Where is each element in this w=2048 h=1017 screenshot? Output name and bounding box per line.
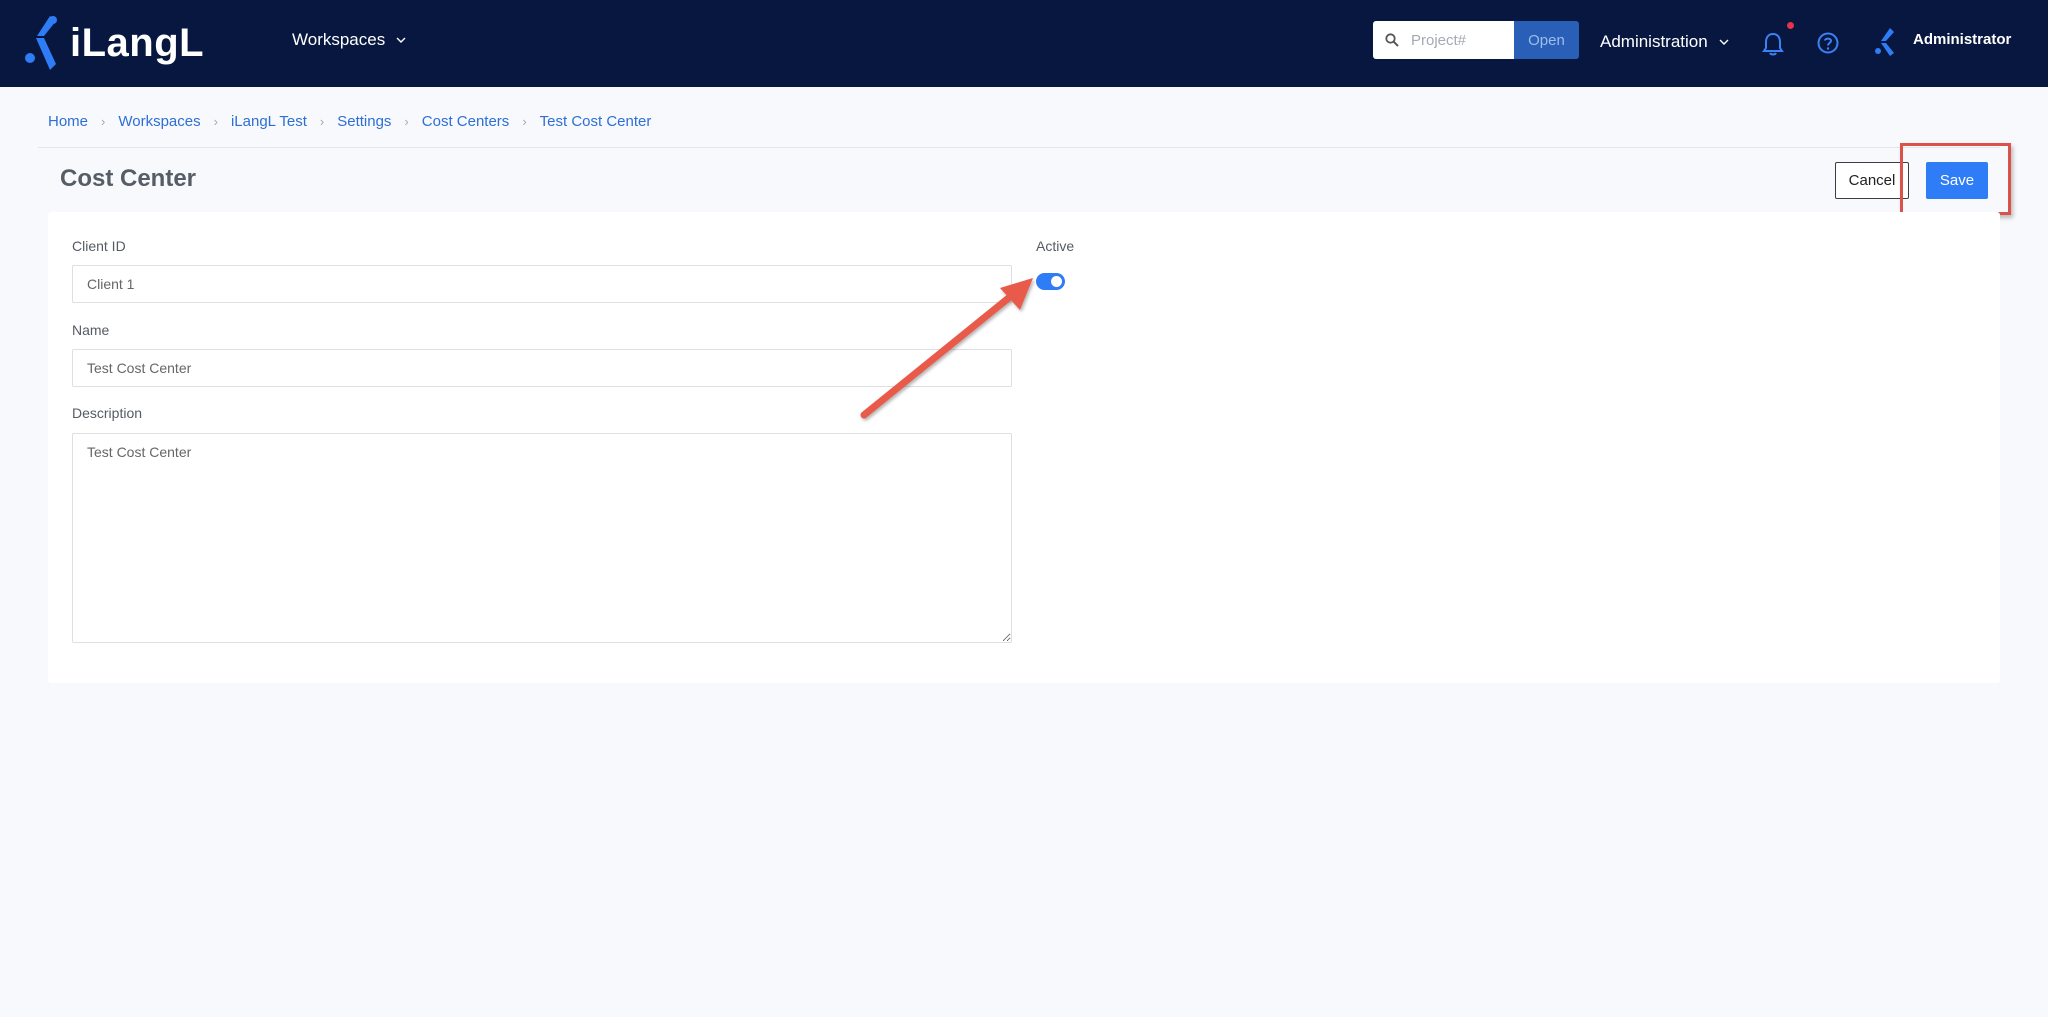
- breadcrumb-cost-centers[interactable]: Cost Centers: [422, 113, 510, 130]
- administration-menu[interactable]: Administration: [1600, 32, 1730, 52]
- active-label: Active: [1036, 238, 1075, 254]
- bell-icon[interactable]: [1762, 32, 1784, 56]
- client-id-label: Client ID: [72, 238, 126, 254]
- cancel-button[interactable]: Cancel: [1835, 162, 1909, 199]
- breadcrumb-workspaces[interactable]: Workspaces: [118, 113, 200, 130]
- breadcrumb-current[interactable]: Test Cost Center: [540, 113, 652, 130]
- toggle-knob: [1051, 276, 1062, 287]
- open-project-button[interactable]: Open: [1514, 21, 1579, 59]
- workspaces-label: Workspaces: [292, 30, 386, 49]
- help-circle-icon[interactable]: [1817, 32, 1839, 54]
- logo[interactable]: iLangL: [22, 12, 204, 74]
- search-icon: [1385, 33, 1399, 47]
- user-name[interactable]: Administrator: [1913, 31, 2011, 48]
- save-button[interactable]: Save: [1926, 162, 1988, 199]
- breadcrumb: Home › Workspaces › iLangL Test › Settin…: [48, 113, 651, 130]
- chevron-right-icon: ›: [404, 114, 409, 129]
- chevron-right-icon: ›: [319, 114, 325, 129]
- administration-label: Administration: [1600, 32, 1708, 51]
- logo-text: iLangL: [70, 20, 205, 65]
- active-toggle[interactable]: [1036, 273, 1065, 290]
- name-input[interactable]: [72, 349, 1012, 387]
- breadcrumb-divider: [38, 147, 2000, 148]
- chevron-right-icon: ›: [522, 114, 527, 129]
- top-navbar: iLangL Workspaces Open Administration: [0, 0, 2048, 87]
- notification-dot: [1787, 22, 1794, 29]
- user-avatar-icon[interactable]: [1874, 26, 1900, 58]
- ilangl-logo-icon: [25, 16, 57, 70]
- breadcrumb-settings[interactable]: Settings: [337, 113, 391, 130]
- search-box: [1373, 21, 1514, 59]
- chevron-down-icon: [1719, 39, 1729, 45]
- breadcrumb-workspace[interactable]: iLangL Test: [231, 113, 307, 130]
- project-search-input[interactable]: [1409, 30, 1501, 50]
- chevron-down-icon: [396, 37, 406, 43]
- project-search: Open: [1373, 21, 1579, 59]
- workspaces-menu[interactable]: Workspaces: [292, 30, 407, 50]
- client-id-input[interactable]: [72, 265, 1012, 303]
- chevron-right-icon: ›: [213, 114, 218, 129]
- chevron-right-icon: ›: [101, 114, 106, 129]
- description-label: Description: [72, 405, 143, 421]
- page-title: Cost Center: [60, 165, 197, 192]
- breadcrumb-home[interactable]: Home: [48, 113, 88, 130]
- name-label: Name: [72, 322, 110, 338]
- description-textarea[interactable]: Test Cost Center: [72, 433, 1012, 643]
